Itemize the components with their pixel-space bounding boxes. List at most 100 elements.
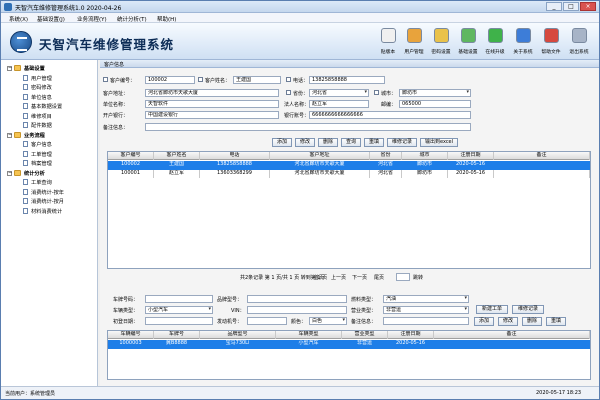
color-select[interactable]: 白色 — [309, 317, 347, 325]
tree-item[interactable]: 单位信息 — [1, 93, 97, 102]
customer-name-checkbox[interactable] — [198, 77, 203, 82]
add-button[interactable]: 添加 — [272, 138, 292, 147]
pager-next-link[interactable]: 下一页 — [352, 274, 367, 281]
search-button[interactable]: 查询 — [341, 138, 361, 147]
toolbar-button-5[interactable]: 关于系统 — [510, 28, 536, 58]
tree-item[interactable]: 工单管理 — [1, 150, 97, 159]
customer-row[interactable]: 100001 赵立军 13603368299 河北省廊坊市天歌大厦 河北省 廊坊市 2020… — [108, 170, 590, 179]
repair-record-button[interactable]: 维修记录 — [387, 138, 417, 147]
vehicle-edit-button[interactable]: 修改 — [498, 317, 518, 326]
pager-page-input[interactable] — [396, 273, 410, 281]
tree-item[interactable]: 消费统计-按年 — [1, 188, 97, 197]
pager-last-link[interactable]: 尾页 — [374, 274, 384, 281]
toolbar-button-2[interactable]: 密码设置 — [428, 28, 454, 58]
vehicle-reset-button[interactable]: 重填 — [546, 317, 566, 326]
menu-help[interactable]: 帮助(H) — [157, 15, 176, 23]
column-header[interactable]: 备注 — [494, 152, 590, 160]
company-field[interactable]: 天智软件 — [145, 100, 279, 108]
column-header[interactable]: 注册日期 — [388, 331, 434, 339]
column-header[interactable]: 城市 — [402, 152, 448, 160]
city-select[interactable]: 廊坊市 — [399, 89, 471, 97]
tree-item[interactable]: 材料消费统计 — [1, 207, 97, 216]
collapse-icon[interactable]: − — [7, 170, 12, 176]
vehicle-remark-field[interactable] — [383, 317, 469, 325]
pager-first-link[interactable]: 首页 — [314, 274, 324, 281]
customer-no-field[interactable]: 100002 — [145, 76, 195, 84]
customer-row[interactable]: 100002 王建国 13825858888 河北省廊坊市天歌大厦 河北省 廊坊市 2020… — [108, 161, 590, 170]
maximize-button[interactable]: □ — [563, 2, 579, 11]
pager-jump-link[interactable]: 跳转 — [413, 274, 423, 281]
column-header[interactable]: 车辆编号 — [108, 331, 154, 339]
collapse-icon[interactable]: − — [7, 132, 12, 138]
column-header[interactable]: 客户姓名 — [154, 152, 200, 160]
vehicle-add-button[interactable]: 添加 — [474, 317, 494, 326]
toolbar-button-0[interactable]: 贴版本 — [375, 28, 401, 58]
customer-no-checkbox[interactable] — [103, 77, 108, 82]
export-excel-button[interactable]: 输出到excel — [420, 138, 458, 147]
plate-field[interactable] — [145, 295, 213, 303]
new-work-order-button[interactable]: 新建工单 — [476, 305, 508, 314]
column-header[interactable]: 注册日期 — [448, 152, 494, 160]
tree-group[interactable]: − 基础设置 — [1, 64, 97, 73]
column-header[interactable]: 客户地址 — [270, 152, 370, 160]
phone-field[interactable]: 13825858888 — [309, 76, 385, 84]
vehicle-type-select[interactable]: 小型汽车 — [145, 306, 213, 314]
province-checkbox[interactable] — [286, 90, 291, 95]
menu-workflow[interactable]: 业务流程(Y) — [77, 15, 107, 23]
toolbar-button-7[interactable]: 退出系统 — [566, 28, 592, 58]
tree-item[interactable]: 档案管理 — [1, 159, 97, 168]
address-field[interactable]: 河北省廊坊市天歌大厦 — [145, 89, 279, 97]
tree-item[interactable]: 用户管理 — [1, 74, 97, 83]
menu-system[interactable]: 系统(X) — [9, 15, 28, 23]
delete-button[interactable]: 删除 — [318, 138, 338, 147]
vehicle-table[interactable]: 车辆编号 车牌号 品牌型号 车辆类型 营业类型 注册日期 备注 1000003 冀B8888 宝马… — [107, 330, 591, 380]
toolbar-button-6[interactable]: 帮助文件 — [538, 28, 564, 58]
reset-button[interactable]: 重填 — [364, 138, 384, 147]
tree-item[interactable]: 维修项目 — [1, 112, 97, 121]
engine-field[interactable] — [247, 317, 287, 325]
toolbar-button-1[interactable]: 用户管理 — [401, 28, 427, 58]
vehicle-row[interactable]: 1000003 冀B8888 宝马730Li 小型汽车 非营运 2020-05-16 — [108, 340, 590, 349]
tree-item[interactable]: 配件数据 — [1, 121, 97, 130]
minimize-button[interactable]: _ — [546, 2, 562, 11]
phone-checkbox[interactable] — [286, 77, 291, 82]
column-header[interactable]: 品牌型号 — [200, 331, 276, 339]
column-header[interactable]: 车辆类型 — [276, 331, 342, 339]
vin-field[interactable] — [247, 306, 347, 314]
tree-item[interactable]: 工单查询 — [1, 178, 97, 187]
column-header[interactable]: 车牌号 — [154, 331, 200, 339]
vehicle-repair-record-button[interactable]: 维修记录 — [512, 305, 544, 314]
vehicle-delete-button[interactable]: 删除 — [522, 317, 542, 326]
customer-table[interactable]: 客户编号 客户姓名 电话 客户地址 省份 城市 注册日期 备注 100002 王建国 1382585… — [107, 151, 591, 269]
bank-field[interactable]: 中国建设银行 — [145, 111, 279, 119]
edit-button[interactable]: 修改 — [295, 138, 315, 147]
tree-item[interactable]: 客户信息 — [1, 140, 97, 149]
tree-group[interactable]: − 统计分析 — [1, 169, 97, 178]
customer-name-field[interactable]: 王建国 — [233, 76, 281, 84]
toolbar-button-3[interactable]: 基础设置 — [455, 28, 481, 58]
column-header[interactable]: 营业类型 — [342, 331, 388, 339]
zip-field[interactable]: 065000 — [399, 100, 471, 108]
menu-statistics[interactable]: 统计分析(T) — [117, 15, 147, 23]
tree-item[interactable]: 密码修改 — [1, 83, 97, 92]
fuel-select[interactable]: 汽油 — [383, 295, 469, 303]
column-header[interactable]: 省份 — [370, 152, 402, 160]
first-reg-date-field[interactable] — [145, 317, 213, 325]
pager-prev-link[interactable]: 上一页 — [331, 274, 346, 281]
model-field[interactable] — [247, 295, 347, 303]
province-select[interactable]: 河北省 — [309, 89, 369, 97]
legal-field[interactable]: 赵立军 — [309, 100, 369, 108]
city-checkbox[interactable] — [374, 90, 379, 95]
collapse-icon[interactable]: − — [7, 66, 12, 71]
tree-group[interactable]: − 业务流程 — [1, 131, 97, 140]
tree-item[interactable]: 基本数据设置 — [1, 102, 97, 111]
remark-field[interactable] — [145, 123, 471, 131]
account-field[interactable]: 6666666666666666 — [309, 111, 471, 119]
column-header[interactable]: 客户编号 — [108, 152, 154, 160]
close-button[interactable]: × — [580, 2, 596, 11]
tree-item[interactable]: 消费统计-按月 — [1, 197, 97, 206]
menu-basic-settings[interactable]: 基础设置(J) — [37, 15, 65, 23]
column-header[interactable]: 备注 — [434, 331, 590, 339]
toolbar-button-4[interactable]: 在线升级 — [482, 28, 508, 58]
column-header[interactable]: 电话 — [200, 152, 270, 160]
